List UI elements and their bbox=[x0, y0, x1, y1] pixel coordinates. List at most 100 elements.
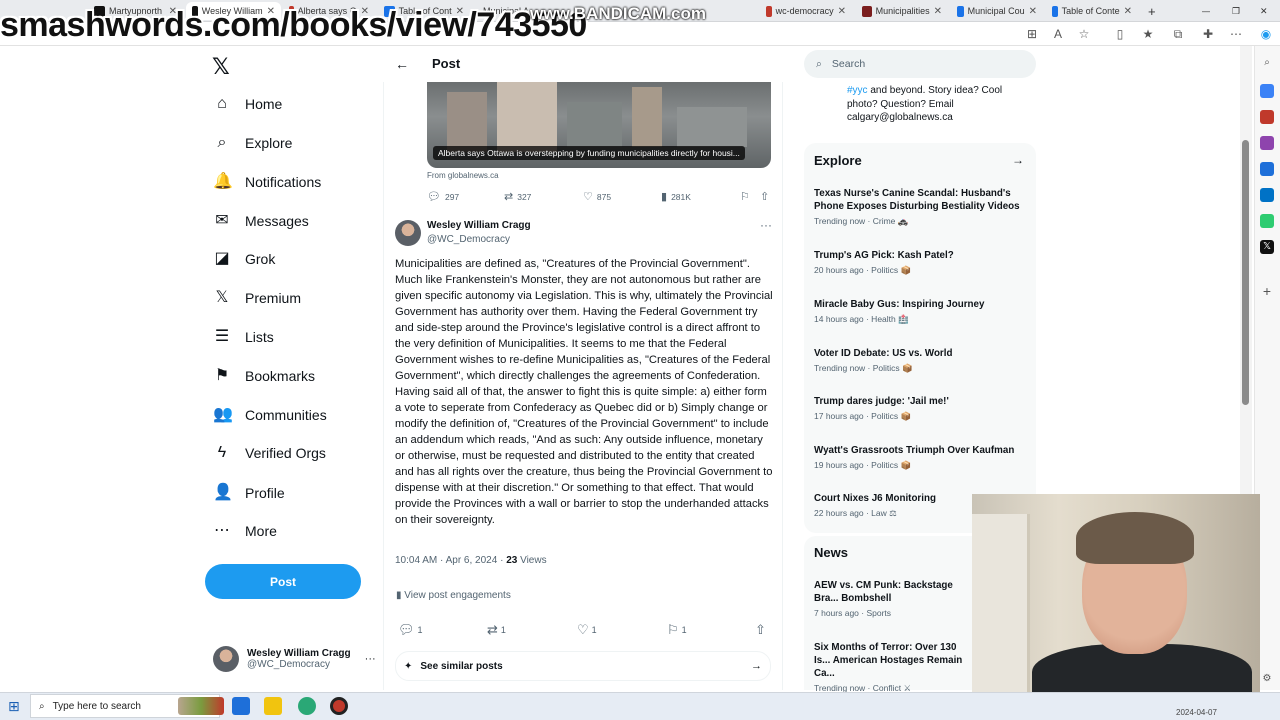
trend-item[interactable]: Trump's AG Pick: Kash Patel? 20 hours ago… bbox=[814, 249, 1029, 276]
scrollbar-thumb[interactable] bbox=[1242, 140, 1249, 405]
window-close-icon[interactable]: ✕ bbox=[1254, 2, 1268, 20]
avatar[interactable] bbox=[395, 220, 421, 246]
sparkle-icon: ✦ bbox=[404, 660, 413, 672]
nav-verified-orgs[interactable]: ϟ Verified Orgs bbox=[213, 444, 326, 462]
windows-start-icon[interactable]: ⊞ bbox=[8, 698, 20, 715]
file-explorer-icon[interactable] bbox=[264, 697, 282, 715]
games-icon[interactable] bbox=[1260, 136, 1274, 150]
repost-button[interactable]: ⇄ 1 bbox=[487, 622, 506, 638]
nav-lists[interactable]: ☰ Lists bbox=[213, 328, 274, 346]
page-title: Post bbox=[432, 56, 461, 71]
apps-icon[interactable]: ⊞ bbox=[1024, 26, 1040, 42]
lightning-icon: ϟ bbox=[217, 444, 227, 461]
share-button[interactable]: ⇧ bbox=[755, 622, 766, 638]
x-app-icon[interactable]: 𝕏 bbox=[1260, 240, 1274, 254]
nav-communities[interactable]: 👥 Communities bbox=[213, 406, 327, 424]
trend-item[interactable]: Miracle Baby Gus: Inspiring Journey 14 ho… bbox=[814, 298, 1029, 325]
communities-icon: 👥 bbox=[213, 406, 233, 423]
views-chart-icon: ▮ bbox=[661, 191, 668, 203]
post-button[interactable]: Post bbox=[205, 564, 361, 599]
recorder-watermark: www.BANDICAM.com bbox=[530, 4, 706, 23]
close-icon[interactable]: ✕ bbox=[1029, 6, 1037, 17]
trend-item[interactable]: Texas Nurse's Canine Scandal: Husband's … bbox=[814, 187, 1029, 227]
favorite-star-icon[interactable]: ☆ bbox=[1076, 26, 1092, 42]
search-input[interactable]: ⌕ Search bbox=[804, 50, 1036, 78]
bookmark-button[interactable]: ⚐ 1 bbox=[667, 622, 687, 638]
record-icon[interactable] bbox=[330, 697, 348, 715]
news-item[interactable]: Six Months of Terror: Over 130 Is... Ame… bbox=[814, 641, 974, 694]
drop-icon[interactable] bbox=[1260, 214, 1274, 228]
nav-grok[interactable]: ◪ Grok bbox=[213, 250, 275, 268]
maximize-icon[interactable]: ❐ bbox=[1226, 2, 1240, 20]
quoted-bookmark-button[interactable]: ⚐ bbox=[740, 190, 750, 203]
favorites-icon[interactable]: ★ bbox=[1140, 26, 1156, 42]
repost-icon: ⇄ bbox=[487, 622, 498, 637]
like-button[interactable]: ♡ 1 bbox=[577, 622, 597, 638]
copilot-icon[interactable] bbox=[1260, 162, 1274, 176]
tools-icon[interactable] bbox=[1260, 110, 1274, 124]
author-name[interactable]: Wesley William Cragg bbox=[427, 220, 531, 231]
split-screen-icon[interactable]: ▯ bbox=[1112, 26, 1128, 42]
tweet-text: Municipalities are defined as, "Creature… bbox=[395, 258, 773, 526]
quoted-share-button[interactable]: ⇧ bbox=[760, 190, 769, 203]
taskbar-widget-icon[interactable] bbox=[178, 697, 224, 715]
back-arrow-icon[interactable]: ← bbox=[395, 56, 409, 72]
more-icon[interactable]: ··· bbox=[365, 653, 376, 665]
nav-premium[interactable]: 𝕏 Premium bbox=[213, 289, 301, 307]
view-engagements-link[interactable]: ▮ View post engagements bbox=[396, 590, 511, 601]
nav-bookmarks[interactable]: ⚑ Bookmarks bbox=[213, 367, 315, 385]
watermark-url: smashwords.com/books/view/743550 bbox=[0, 6, 587, 44]
browser-tab[interactable]: Municipal Cou ✕ bbox=[951, 2, 1043, 20]
nav-notifications[interactable]: 🔔 Notifications bbox=[213, 173, 321, 191]
see-similar-posts-button[interactable]: ✦ See similar posts → bbox=[395, 651, 771, 681]
author-handle[interactable]: @WC_Democracy bbox=[427, 234, 510, 245]
browser-tab[interactable]: wc-democracy ✕ bbox=[760, 2, 852, 20]
quoted-reply-button[interactable]: 💬︎ 297 bbox=[427, 190, 459, 203]
trend-item[interactable]: Voter ID Debate: US vs. World Trending no… bbox=[814, 347, 1029, 374]
quoted-repost-button[interactable]: ⇄ 327 bbox=[504, 190, 531, 203]
bookmark-icon: ⚐ bbox=[740, 191, 750, 203]
edge-browser-icon[interactable] bbox=[298, 697, 316, 715]
close-icon[interactable]: ✕ bbox=[838, 6, 846, 17]
account-switcher[interactable]: Wesley William Cragg @WC_Democracy ··· bbox=[213, 646, 376, 672]
extension-icon[interactable] bbox=[1260, 84, 1274, 98]
explore-title: Explore bbox=[814, 153, 862, 168]
more-icon[interactable]: ··· bbox=[760, 218, 772, 232]
reply-button[interactable]: 💬︎ 1 bbox=[398, 622, 423, 638]
settings-gear-icon[interactable]: ⚙ bbox=[1260, 672, 1274, 686]
new-tab-button[interactable]: + bbox=[1142, 2, 1160, 20]
search-icon[interactable]: ⌕ bbox=[1260, 56, 1274, 70]
arrow-right-icon[interactable]: → bbox=[1012, 153, 1024, 167]
collections-icon[interactable]: ⧉ bbox=[1170, 26, 1186, 42]
extensions-icon[interactable]: ✚ bbox=[1200, 26, 1216, 42]
close-icon[interactable]: ✕ bbox=[1124, 6, 1132, 17]
nav-messages[interactable]: ✉ Messages bbox=[213, 212, 309, 230]
trend-item[interactable]: Wyatt's Grassroots Triumph Over Kaufman 1… bbox=[814, 444, 1029, 471]
close-icon[interactable]: ✕ bbox=[934, 6, 942, 17]
link-source[interactable]: From globalnews.ca bbox=[427, 171, 499, 180]
quoted-views-button[interactable]: ▮ 281K bbox=[661, 190, 691, 203]
settings-more-icon[interactable]: ⋯ bbox=[1228, 26, 1244, 42]
news-title: News bbox=[814, 545, 848, 560]
x-logo-icon[interactable]: 𝕏 bbox=[212, 54, 230, 80]
browser-tab[interactable]: Table of Conte ✕ bbox=[1046, 2, 1138, 20]
add-icon[interactable]: + bbox=[1260, 284, 1274, 298]
store-icon[interactable] bbox=[232, 697, 250, 715]
nav-profile[interactable]: 👤 Profile bbox=[213, 484, 285, 502]
news-item[interactable]: AEW vs. CM Punk: Backstage Bra... Bombsh… bbox=[814, 579, 974, 618]
nav-home[interactable]: ⌂ Home bbox=[213, 95, 282, 113]
hashtag-link[interactable]: #yyc bbox=[847, 85, 868, 96]
trend-item[interactable]: Trump dares judge: 'Jail me!' 17 hours ag… bbox=[814, 395, 1029, 422]
nav-more[interactable]: ⋯ More bbox=[213, 522, 277, 540]
read-aloud-icon[interactable]: A bbox=[1050, 26, 1066, 42]
quoted-like-button[interactable]: ♡ 875 bbox=[583, 190, 611, 203]
share-icon: ⇧ bbox=[760, 191, 770, 203]
outlook-icon[interactable] bbox=[1260, 188, 1274, 202]
nav-explore[interactable]: ⌕ Explore bbox=[213, 134, 293, 152]
profile-icon: 👤 bbox=[213, 484, 233, 501]
copilot-icon[interactable]: ◉ bbox=[1258, 26, 1274, 42]
minimize-icon[interactable]: — bbox=[1196, 2, 1210, 20]
browser-tab[interactable]: Municipalities ✕ bbox=[856, 2, 948, 20]
avatar bbox=[213, 646, 239, 672]
tab-favicon-icon bbox=[862, 5, 872, 17]
